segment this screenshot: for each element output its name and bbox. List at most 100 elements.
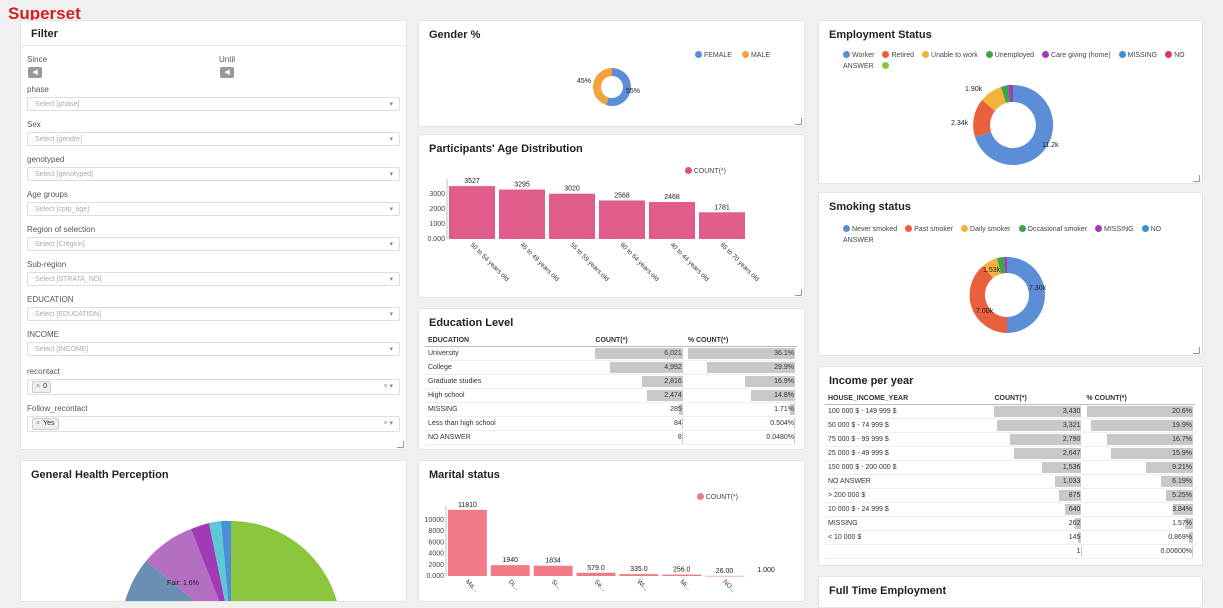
donut-slice-never[interactable] xyxy=(1007,257,1045,333)
table-row[interactable]: 100 000 $ - 149 999 $3,430 20.6% xyxy=(825,404,1195,419)
bar-value-label: 1940 xyxy=(502,557,518,564)
column-header[interactable]: % COUNT(*) xyxy=(1083,393,1195,405)
bar[interactable] xyxy=(490,565,530,576)
column-header[interactable]: HOUSE_INCOME_YEAR xyxy=(825,393,992,405)
table-row[interactable]: > 200 000 $875 5.25% xyxy=(825,488,1195,503)
row-label: MISSING xyxy=(825,516,992,531)
row-label: 100 000 $ - 149 999 $ xyxy=(825,404,992,419)
table-row[interactable]: University 6,021 36.1% xyxy=(425,346,797,361)
chevron-down-icon[interactable]: ▾ xyxy=(389,203,393,217)
filter-select[interactable]: Select [Cregion] ▾ xyxy=(27,237,400,251)
pie-slice-good[interactable] xyxy=(231,521,341,601)
health-pie: Fair: 1.6% xyxy=(125,520,341,601)
resize-handle[interactable] xyxy=(795,118,802,125)
bar-value-label: 1834 xyxy=(545,558,561,565)
remove-icon[interactable]: × xyxy=(36,383,40,390)
chevron-down-icon[interactable]: ▾ xyxy=(389,273,393,287)
bar-value-label: 2568 xyxy=(614,192,630,199)
table-row[interactable]: 10 000 $ - 24 999 $640 3.84% xyxy=(825,502,1195,517)
bar[interactable] xyxy=(705,575,744,577)
bar[interactable] xyxy=(533,565,573,576)
row-label: 25 000 $ - 49 999 $ xyxy=(825,446,992,461)
column-header[interactable]: EDUCATION xyxy=(425,335,593,347)
marital-bar-chart: 0.000 2000 4000 6000 8000 10000 11810 Ma... 1940… xyxy=(425,502,775,594)
bar[interactable] xyxy=(662,574,702,576)
table-row[interactable]: High school 2,474 14.8% xyxy=(425,388,797,403)
bar[interactable] xyxy=(599,200,645,239)
bar[interactable] xyxy=(499,189,545,239)
chevron-down-icon[interactable]: ▾ xyxy=(389,343,393,357)
column-header[interactable]: COUNT(*) xyxy=(592,335,685,347)
table-row[interactable]: 75 000 $ - 99 999 $2,790 16.7% xyxy=(825,432,1195,447)
filter-select[interactable]: Select [cptp_age] ▾ xyxy=(27,202,400,216)
table-row[interactable]: MISSING 262 1.57% xyxy=(825,516,1195,531)
smoking-donut: 1.53k 7.30k 7.00k xyxy=(969,256,1047,333)
table-row[interactable]: MISSING 285 1.71% xyxy=(425,402,797,417)
follow-recontact-tag[interactable]: × Yes xyxy=(32,418,59,430)
bar[interactable] xyxy=(549,193,595,239)
gender-donut: 45% 55% xyxy=(577,68,640,106)
row-label: NO ANSWER xyxy=(425,430,593,445)
filter-select[interactable]: Select [phase] ▾ xyxy=(27,97,400,111)
chevron-down-icon[interactable]: ▾ xyxy=(389,133,393,147)
select-placeholder: Select [EDUCATION] xyxy=(35,311,101,318)
cell-count: 2,816 xyxy=(592,374,685,389)
bar[interactable] xyxy=(649,201,695,239)
resize-handle[interactable] xyxy=(397,441,404,448)
column-header[interactable]: COUNT(*) xyxy=(991,393,1084,405)
filter-label: phase xyxy=(27,85,49,94)
filter-select[interactable]: Select [genotyped] ▾ xyxy=(27,167,400,181)
table-row[interactable]: Less than high school 84 0.504% xyxy=(425,416,797,431)
bar[interactable] xyxy=(619,574,659,576)
x-category-label: 65 to 70 years old xyxy=(719,241,761,283)
table-row[interactable]: 1 0.00600% xyxy=(825,544,1195,559)
cell-count: 285 xyxy=(592,402,685,417)
chevron-down-icon[interactable]: ▾ xyxy=(389,308,393,322)
chevron-down-icon[interactable]: × ▾ xyxy=(383,417,393,431)
chevron-down-icon[interactable]: × ▾ xyxy=(383,380,393,394)
since-toggle[interactable]: ◀ xyxy=(28,67,42,78)
follow-recontact-value: Yes xyxy=(43,420,55,427)
row-label: 50 000 $ - 74 999 $ xyxy=(825,418,992,433)
chevron-down-icon[interactable]: ▾ xyxy=(389,168,393,182)
recontact-select[interactable]: × 0 × ▾ xyxy=(27,379,400,395)
remove-icon[interactable]: × xyxy=(36,420,40,427)
table-row[interactable]: Graduate studies 2,816 16.9% xyxy=(425,374,797,389)
table-row[interactable]: < 10 000 $145 0.869% xyxy=(825,530,1195,545)
marital-panel: Marital status COUNT(*) 0.000 2000 4000 600… xyxy=(418,460,805,602)
chevron-down-icon[interactable]: ▾ xyxy=(389,98,393,112)
resize-handle[interactable] xyxy=(795,289,802,296)
filter-select[interactable]: Select [gender] ▾ xyxy=(27,132,400,146)
chevron-down-icon[interactable]: ▾ xyxy=(389,238,393,252)
bar[interactable] xyxy=(448,509,487,576)
bar[interactable] xyxy=(449,186,495,239)
smoking-panel: Smoking status Never smoked Past smoker Da… xyxy=(818,192,1203,356)
table-row[interactable]: 25 000 $ - 49 999 $2,647 15.9% xyxy=(825,446,1195,461)
filter-select[interactable]: Select [EDUCATION] ▾ xyxy=(27,307,400,321)
until-toggle[interactable]: ◀ xyxy=(220,67,234,78)
table-row[interactable]: NO ANSWER 8 0.0480% xyxy=(425,430,797,445)
resize-handle[interactable] xyxy=(1193,347,1200,354)
filter-select[interactable]: Select [INCOME] ▾ xyxy=(27,342,400,356)
bar[interactable] xyxy=(699,212,745,239)
table-row[interactable]: College 4,992 29.9% xyxy=(425,360,797,375)
past-value-label: 7.00k xyxy=(976,308,994,315)
cell-count: 3,321 xyxy=(991,418,1084,433)
cell-bar xyxy=(793,432,795,443)
cell-pct: 3.84% xyxy=(1083,502,1195,517)
table-row[interactable]: NO ANSWER 1,033 6.19% xyxy=(825,474,1195,489)
table-row[interactable]: 50 000 $ - 74 999 $3,321 19.9% xyxy=(825,418,1195,433)
cell-pct: 36.1% xyxy=(684,346,797,361)
bar-value-label: 256.0 xyxy=(673,567,691,574)
bar[interactable] xyxy=(576,572,616,576)
table-row[interactable]: 150 000 $ - 200 000 $1,536 9.21% xyxy=(825,460,1195,475)
column-header[interactable]: % COUNT(*) xyxy=(684,335,797,347)
filter-select[interactable]: Select [STRATA_NO] ▾ xyxy=(27,272,400,286)
filter-label: Sub-region xyxy=(27,260,67,269)
select-placeholder: Select [gender] xyxy=(35,136,83,143)
resize-handle[interactable] xyxy=(1193,175,1200,182)
donut-slice-past[interactable] xyxy=(969,266,1007,333)
education-title: Education Level xyxy=(429,317,514,329)
follow-recontact-select[interactable]: × Yes × ▾ xyxy=(27,416,400,432)
recontact-tag[interactable]: × 0 xyxy=(32,381,51,393)
